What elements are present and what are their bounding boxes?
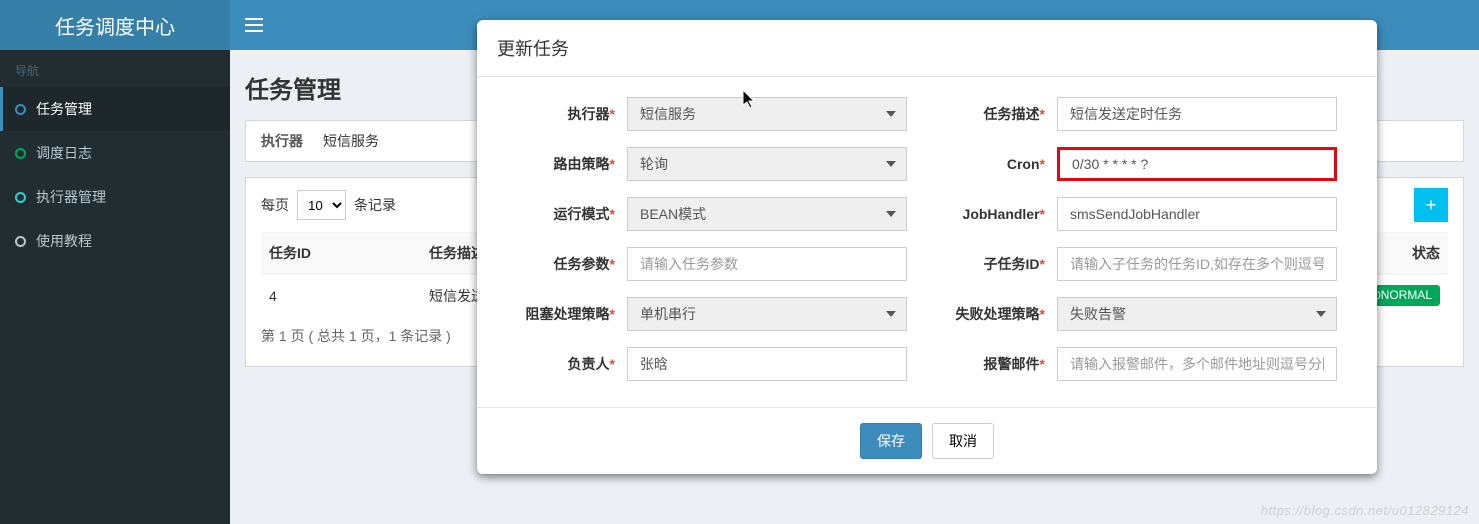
form-label: 运行模式*: [517, 204, 627, 224]
select-left-2[interactable]: BEAN模式: [627, 197, 907, 231]
update-task-modal: 更新任务 执行器*短信服务路由策略*轮询运行模式*BEAN模式任务参数*阻塞处理…: [477, 20, 1377, 474]
form-row-right-2: JobHandler*: [947, 197, 1337, 231]
form-row-left-4: 阻塞处理策略*单机串行: [517, 297, 907, 331]
form-row-left-0: 执行器*短信服务: [517, 97, 907, 131]
select-left-1[interactable]: 轮询: [627, 147, 907, 181]
form-label: 任务描述*: [947, 104, 1057, 124]
form-row-right-0: 任务描述*: [947, 97, 1337, 131]
form-label: 子任务ID*: [947, 254, 1057, 274]
form-label: 执行器*: [517, 104, 627, 124]
form-row-right-5: 报警邮件*: [947, 347, 1337, 381]
input-right-3[interactable]: [1057, 247, 1337, 281]
save-button[interactable]: 保存: [860, 423, 922, 459]
cancel-button[interactable]: 取消: [932, 423, 994, 459]
select-right-4[interactable]: 失败告警: [1057, 297, 1337, 331]
form-label: 报警邮件*: [947, 354, 1057, 374]
form-label: JobHandler*: [947, 206, 1057, 222]
form-label: 任务参数*: [517, 254, 627, 274]
form-label: 负责人*: [517, 354, 627, 374]
select-left-4[interactable]: 单机串行: [627, 297, 907, 331]
input-right-5[interactable]: [1057, 347, 1337, 381]
form-label: Cron*: [947, 156, 1057, 172]
select-left-0[interactable]: 短信服务: [627, 97, 907, 131]
form-label: 阻塞处理策略*: [517, 304, 627, 324]
form-row-left-1: 路由策略*轮询: [517, 147, 907, 181]
form-row-left-5: 负责人*: [517, 347, 907, 381]
input-right-2[interactable]: [1057, 197, 1337, 231]
form-row-right-1: Cron*: [947, 147, 1337, 181]
form-row-left-2: 运行模式*BEAN模式: [517, 197, 907, 231]
input-left-3[interactable]: [627, 247, 907, 281]
form-label: 失败处理策略*: [947, 304, 1057, 324]
input-left-5[interactable]: [627, 347, 907, 381]
form-row-right-3: 子任务ID*: [947, 247, 1337, 281]
watermark: https://blog.csdn.net/u012829124: [1261, 503, 1469, 518]
input-right-1[interactable]: [1057, 147, 1337, 181]
input-right-0[interactable]: [1057, 97, 1337, 131]
form-label: 路由策略*: [517, 154, 627, 174]
form-row-left-3: 任务参数*: [517, 247, 907, 281]
form-row-right-4: 失败处理策略*失败告警: [947, 297, 1337, 331]
modal-title: 更新任务: [477, 20, 1377, 77]
